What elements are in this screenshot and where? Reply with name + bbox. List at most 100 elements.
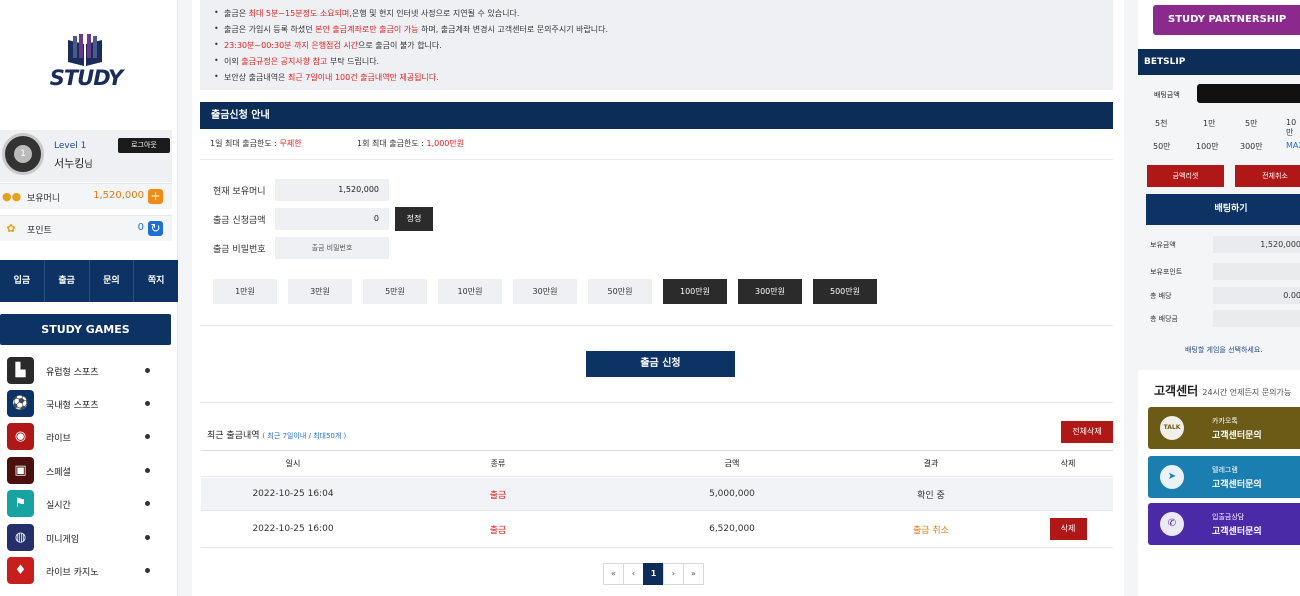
game-item-european-sports[interactable]: ▙ 유럽형 스포츠	[0, 355, 172, 387]
site-logo[interactable]: STUDY	[38, 34, 134, 90]
telegram-support-button[interactable]: ➤ 텔레그램 고객센터문의	[1148, 456, 1300, 498]
notice-item: 출금은 최대 5분~15분정도 소요되며,은행 및 현지 인터넷 사정으로 지연…	[214, 8, 519, 19]
live-icon: ◉	[7, 423, 34, 450]
pagination: « ‹ 1 › »	[603, 563, 704, 585]
point-convert-button[interactable]: ↻	[148, 221, 163, 236]
stat-odds-value: 0.00	[1213, 287, 1300, 304]
balance-money-value: 1,520,000	[93, 190, 144, 201]
game-item-live-casino[interactable]: ♦ 라이브 카지노	[0, 555, 172, 587]
stat-points-label: 보유포인트	[1150, 268, 1183, 276]
notice-item: 보안상 출금내역은 최근 7일이내 100건 출금내역만 제공됩니다.	[214, 72, 439, 83]
game-item-minigame[interactable]: ◍ 미니게임	[0, 522, 172, 554]
password-input[interactable]: 출금 비밀번호	[275, 237, 389, 259]
page-last[interactable]: »	[683, 563, 704, 585]
avatar: 1	[2, 133, 44, 175]
game-label: 미니게임	[46, 535, 80, 545]
notice-text: 본인 출금계좌로만 출금이 가능	[315, 25, 419, 34]
game-item-korean-sports[interactable]: ⚽ 국내형 스포츠	[0, 388, 172, 420]
logout-button[interactable]: 로그아웃	[118, 138, 170, 153]
page-next[interactable]: ›	[663, 563, 684, 585]
place-bet-button[interactable]: 배팅하기	[1146, 194, 1300, 225]
charge-button[interactable]: +	[148, 189, 163, 204]
nav-messages[interactable]: 쪽지	[134, 260, 178, 302]
chip-1m[interactable]: 100만	[1196, 141, 1219, 152]
cancel-all-button[interactable]: 전체취소	[1235, 165, 1300, 187]
amount-input[interactable]: 0	[275, 208, 389, 230]
amount-button[interactable]: 10만원	[438, 279, 502, 304]
username-suffix: 님	[84, 160, 93, 170]
withdraw-submit-button[interactable]: 출금 신청	[586, 351, 735, 377]
notice-text: 최대 5분~15분정도 소요되며,	[248, 9, 352, 18]
support-title-text: 고객센터	[1154, 384, 1199, 398]
kakaotalk-icon: TALK	[1160, 416, 1184, 440]
page-first[interactable]: «	[603, 563, 624, 585]
notice-text: 하며, 출금계좌 변경시 고객센터로 문의주시기 바랍니다.	[418, 25, 609, 34]
game-item-special[interactable]: ▣ 스페셜	[0, 455, 172, 487]
game-dot	[145, 568, 150, 573]
korean-sports-icon: ⚽	[7, 390, 34, 417]
bet-amount-input[interactable]	[1197, 84, 1300, 103]
chip-50k[interactable]: 5만	[1245, 118, 1257, 129]
page-prev[interactable]: ‹	[623, 563, 644, 585]
nav-inquiry[interactable]: 문의	[90, 260, 135, 302]
row-amount: 6,520,000	[709, 524, 755, 534]
notice-item: 출금은 가입시 등록 하셨던 본인 출금계좌로만 출금이 가능 하며, 출금계좌…	[214, 24, 609, 35]
history-title: 최근 출금내역 ( 최근 7일이내 / 최대50개 )	[207, 428, 346, 441]
chip-100k[interactable]: 10만	[1286, 118, 1300, 138]
current-money-label: 현재 보유머니	[213, 187, 266, 197]
row-delete-button[interactable]: 삭제	[1049, 518, 1087, 540]
left-sidebar: STUDY 1 Level 1 서누킹님 로그아웃 ●● 보유머니 1,520,…	[0, 0, 178, 596]
amount-button[interactable]: 300만원	[738, 279, 802, 304]
username-text: 서누킹	[54, 157, 85, 170]
game-item-realtime[interactable]: ⚑ 실시간	[0, 488, 172, 520]
balance-money-row: ●● 보유머니 1,520,000 +	[0, 183, 172, 209]
support-line1: 카카오톡	[1212, 417, 1238, 425]
table-row: 2022-10-25 16:00 출금 6,520,000 출금 취소 삭제	[201, 511, 1113, 548]
game-item-live[interactable]: ◉ 라이브	[0, 421, 172, 453]
row-result: 출금 취소	[913, 525, 949, 536]
betslip-title: BETSLIP	[1138, 49, 1300, 75]
reset-bet-button[interactable]: 금액리셋	[1147, 165, 1224, 187]
reset-amount-button[interactable]: 정정	[395, 207, 433, 231]
stat-balance-value: 1,520,000	[1213, 236, 1300, 253]
kakaotalk-support-button[interactable]: TALK 카카오톡 고객센터문의	[1148, 407, 1300, 449]
chip-max[interactable]: MAX	[1286, 141, 1300, 150]
daily-limit-value: 무제한	[279, 139, 302, 148]
chip-3m[interactable]: 300만	[1240, 141, 1263, 152]
realtime-icon: ⚑	[7, 490, 34, 517]
amount-button[interactable]: 3만원	[288, 279, 352, 304]
single-limit: 1회 최대 출금한도 : 1,000만원	[357, 138, 464, 149]
amount-button[interactable]: 100만원	[663, 279, 727, 304]
divider	[200, 402, 1113, 403]
amount-button[interactable]: 50만원	[588, 279, 652, 304]
amount-button[interactable]: 1만원	[213, 279, 277, 304]
balance-money-label: 보유머니	[27, 194, 61, 204]
european-sports-icon: ▙	[7, 357, 34, 384]
page-current[interactable]: 1	[643, 563, 664, 585]
live-casino-icon: ♦	[7, 557, 34, 584]
amount-button[interactable]: 5만원	[363, 279, 427, 304]
nav-deposit[interactable]: 입금	[0, 260, 45, 302]
phone-icon: ✆	[1160, 512, 1184, 536]
amount-button[interactable]: 30만원	[513, 279, 577, 304]
game-label: 라이브	[46, 434, 71, 444]
nav-withdraw[interactable]: 출금	[45, 260, 90, 302]
game-dot	[145, 468, 150, 473]
chip-10k[interactable]: 1만	[1203, 118, 1215, 129]
col-result: 결과	[923, 459, 939, 468]
chip-500k[interactable]: 50만	[1153, 141, 1171, 152]
row-type: 출금	[489, 525, 507, 536]
partnership-button[interactable]: STUDY PARTNERSHIP	[1153, 5, 1300, 35]
betslip-hint: 배팅할 게임을 선택하세요.	[1185, 346, 1263, 354]
coin-icon: ●●	[2, 190, 22, 203]
balance-point-label: 포인트	[27, 226, 52, 236]
phone-support-button[interactable]: ✆ 입출금상담 고객센터문의	[1148, 503, 1300, 545]
delete-all-button[interactable]: 전체삭제	[1061, 421, 1113, 443]
support-line2: 고객센터문의	[1212, 527, 1262, 537]
support-line1: 텔레그램	[1212, 466, 1238, 474]
amount-button[interactable]: 500만원	[813, 279, 877, 304]
chip-5k[interactable]: 5천	[1155, 118, 1167, 129]
notice-text: 출금은 가입시 등록 하셨던	[224, 25, 316, 34]
games-title: STUDY GAMES	[0, 314, 171, 345]
row-date: 2022-10-25 16:00	[252, 524, 334, 534]
